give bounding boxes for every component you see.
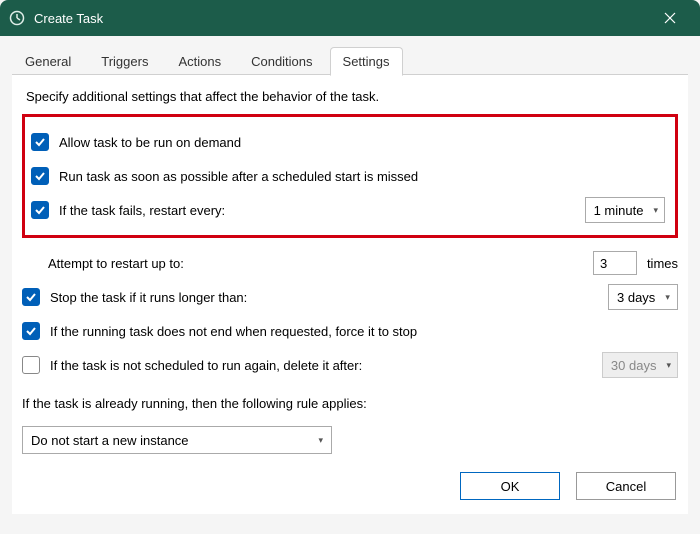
tab-conditions[interactable]: Conditions — [238, 47, 325, 75]
label-run-asap: Run task as soon as possible after a sch… — [59, 169, 418, 184]
checkbox-run-asap[interactable] — [31, 167, 49, 185]
row-running-rule: If the task is already running, then the… — [22, 386, 678, 420]
row-restart-every: If the task fails, restart every: 1 minu… — [31, 193, 665, 227]
tab-actions[interactable]: Actions — [165, 47, 234, 75]
tab-general[interactable]: General — [12, 47, 84, 75]
ok-button[interactable]: OK — [460, 472, 560, 500]
select-running-rule[interactable]: Do not start a new instance ▾ — [22, 426, 332, 454]
row-allow-on-demand: Allow task to be run on demand — [31, 125, 665, 159]
chevron-down-icon: ▾ — [665, 292, 670, 303]
select-restart-interval-value: 1 minute — [594, 203, 644, 218]
row-attempt-restart: Attempt to restart up to: times — [22, 246, 678, 280]
select-running-rule-value: Do not start a new instance — [31, 433, 318, 448]
row-delete-after: If the task is not scheduled to run agai… — [22, 348, 678, 382]
label-restart-every: If the task fails, restart every: — [59, 203, 225, 218]
check-icon — [34, 136, 46, 148]
window-title: Create Task — [34, 11, 647, 26]
tab-triggers[interactable]: Triggers — [88, 47, 161, 75]
check-icon — [25, 291, 37, 303]
label-running-rule: If the task is already running, then the… — [22, 396, 367, 411]
select-delete-after: 30 days ▾ — [602, 352, 678, 378]
select-stop-duration-value: 3 days — [617, 290, 655, 305]
chevron-down-icon: ▾ — [653, 205, 658, 216]
highlight-box: Allow task to be run on demand Run task … — [22, 114, 678, 238]
dialog-footer: OK Cancel — [460, 472, 676, 500]
row-stop-longer: Stop the task if it runs longer than: 3 … — [22, 280, 678, 314]
select-delete-after-value: 30 days — [611, 358, 657, 373]
app-icon — [8, 9, 26, 27]
checkbox-force-stop[interactable] — [22, 322, 40, 340]
label-force-stop: If the running task does not end when re… — [50, 324, 417, 339]
select-restart-interval[interactable]: 1 minute ▾ — [585, 197, 665, 223]
close-icon — [664, 12, 676, 24]
label-stop-longer: Stop the task if it runs longer than: — [50, 290, 247, 305]
checkbox-allow-on-demand[interactable] — [31, 133, 49, 151]
chevron-down-icon: ▾ — [318, 435, 323, 446]
label-attempt-restart: Attempt to restart up to: — [48, 256, 184, 271]
cancel-button[interactable]: Cancel — [576, 472, 676, 500]
titlebar: Create Task — [0, 0, 700, 36]
check-icon — [34, 170, 46, 182]
check-icon — [25, 325, 37, 337]
check-icon — [34, 204, 46, 216]
row-force-stop: If the running task does not end when re… — [22, 314, 678, 348]
checkbox-stop-longer[interactable] — [22, 288, 40, 306]
close-button[interactable] — [647, 0, 692, 36]
select-stop-duration[interactable]: 3 days ▾ — [608, 284, 678, 310]
chevron-down-icon: ▾ — [666, 360, 671, 371]
row-run-asap: Run task as soon as possible after a sch… — [31, 159, 665, 193]
checkbox-restart-every[interactable] — [31, 201, 49, 219]
label-times: times — [647, 256, 678, 271]
panel-description: Specify additional settings that affect … — [26, 89, 674, 104]
label-delete-after: If the task is not scheduled to run agai… — [50, 358, 362, 373]
checkbox-delete-after[interactable] — [22, 356, 40, 374]
input-attempt-restart-count[interactable] — [593, 251, 637, 275]
settings-panel: Specify additional settings that affect … — [12, 74, 688, 514]
tab-settings[interactable]: Settings — [330, 47, 403, 76]
tabs: General Triggers Actions Conditions Sett… — [0, 36, 700, 75]
label-allow-on-demand: Allow task to be run on demand — [59, 135, 241, 150]
